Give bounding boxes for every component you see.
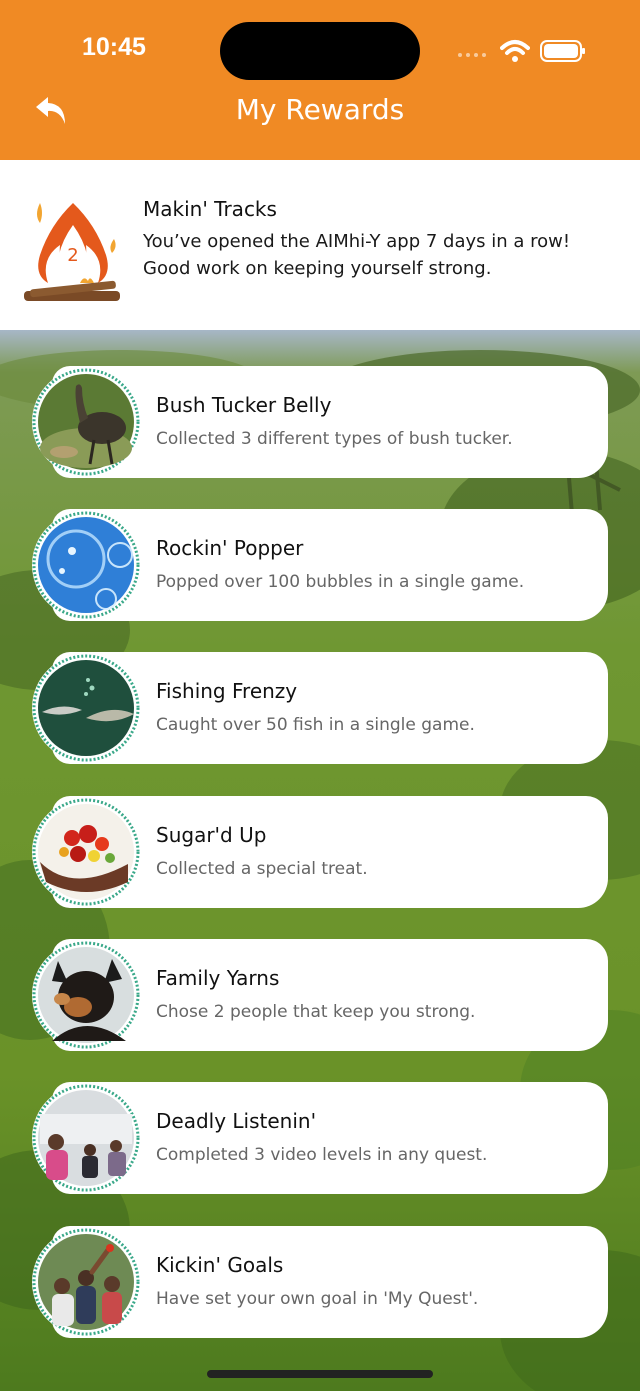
emu-image	[32, 368, 140, 476]
signal-dots-icon	[458, 51, 492, 59]
reward-description: Caught over 50 fish in a single game.	[156, 715, 475, 735]
reward-title: Sugar'd Up	[156, 823, 267, 847]
wifi-icon	[500, 40, 530, 62]
reward-description: Chose 2 people that keep you strong.	[156, 1002, 476, 1022]
reward-title: Bush Tucker Belly	[156, 393, 332, 417]
reward-title: Deadly Listenin'	[156, 1109, 317, 1133]
campfire-icon: 2	[24, 203, 120, 301]
reward-description: Have set your own goal in 'My Quest'.	[156, 1289, 479, 1309]
featured-reward-title: Makin' Tracks	[143, 197, 277, 221]
reward-title: Family Yarns	[156, 966, 280, 990]
people-image	[32, 1084, 140, 1192]
featured-reward-description: You’ve opened the AIMhi-Y app 7 days in …	[143, 231, 571, 279]
reward-description: Collected 3 different types of bush tuck…	[156, 429, 513, 449]
reward-title: Rockin' Popper	[156, 536, 304, 560]
dog-image	[32, 941, 140, 1049]
page-title: My Rewards	[235, 93, 405, 126]
reward-description: Collected a special treat.	[156, 859, 368, 879]
header-wave-divider	[0, 160, 640, 176]
fish-image	[32, 654, 140, 762]
crowd-image	[32, 1228, 140, 1336]
bubbles-image	[32, 511, 140, 619]
reward-title: Fishing Frenzy	[156, 679, 298, 703]
campfire-number: 2	[67, 245, 78, 266]
camera-notch	[220, 22, 420, 80]
reward-description: Popped over 100 bubbles in a single game…	[156, 572, 525, 592]
reward-description: Completed 3 video levels in any quest.	[156, 1145, 488, 1165]
status-time: 10:45	[82, 33, 146, 61]
reward-title: Kickin' Goals	[156, 1253, 284, 1277]
battery-icon	[540, 40, 585, 62]
home-indicator[interactable]	[207, 1370, 433, 1378]
berries-image	[32, 798, 140, 906]
